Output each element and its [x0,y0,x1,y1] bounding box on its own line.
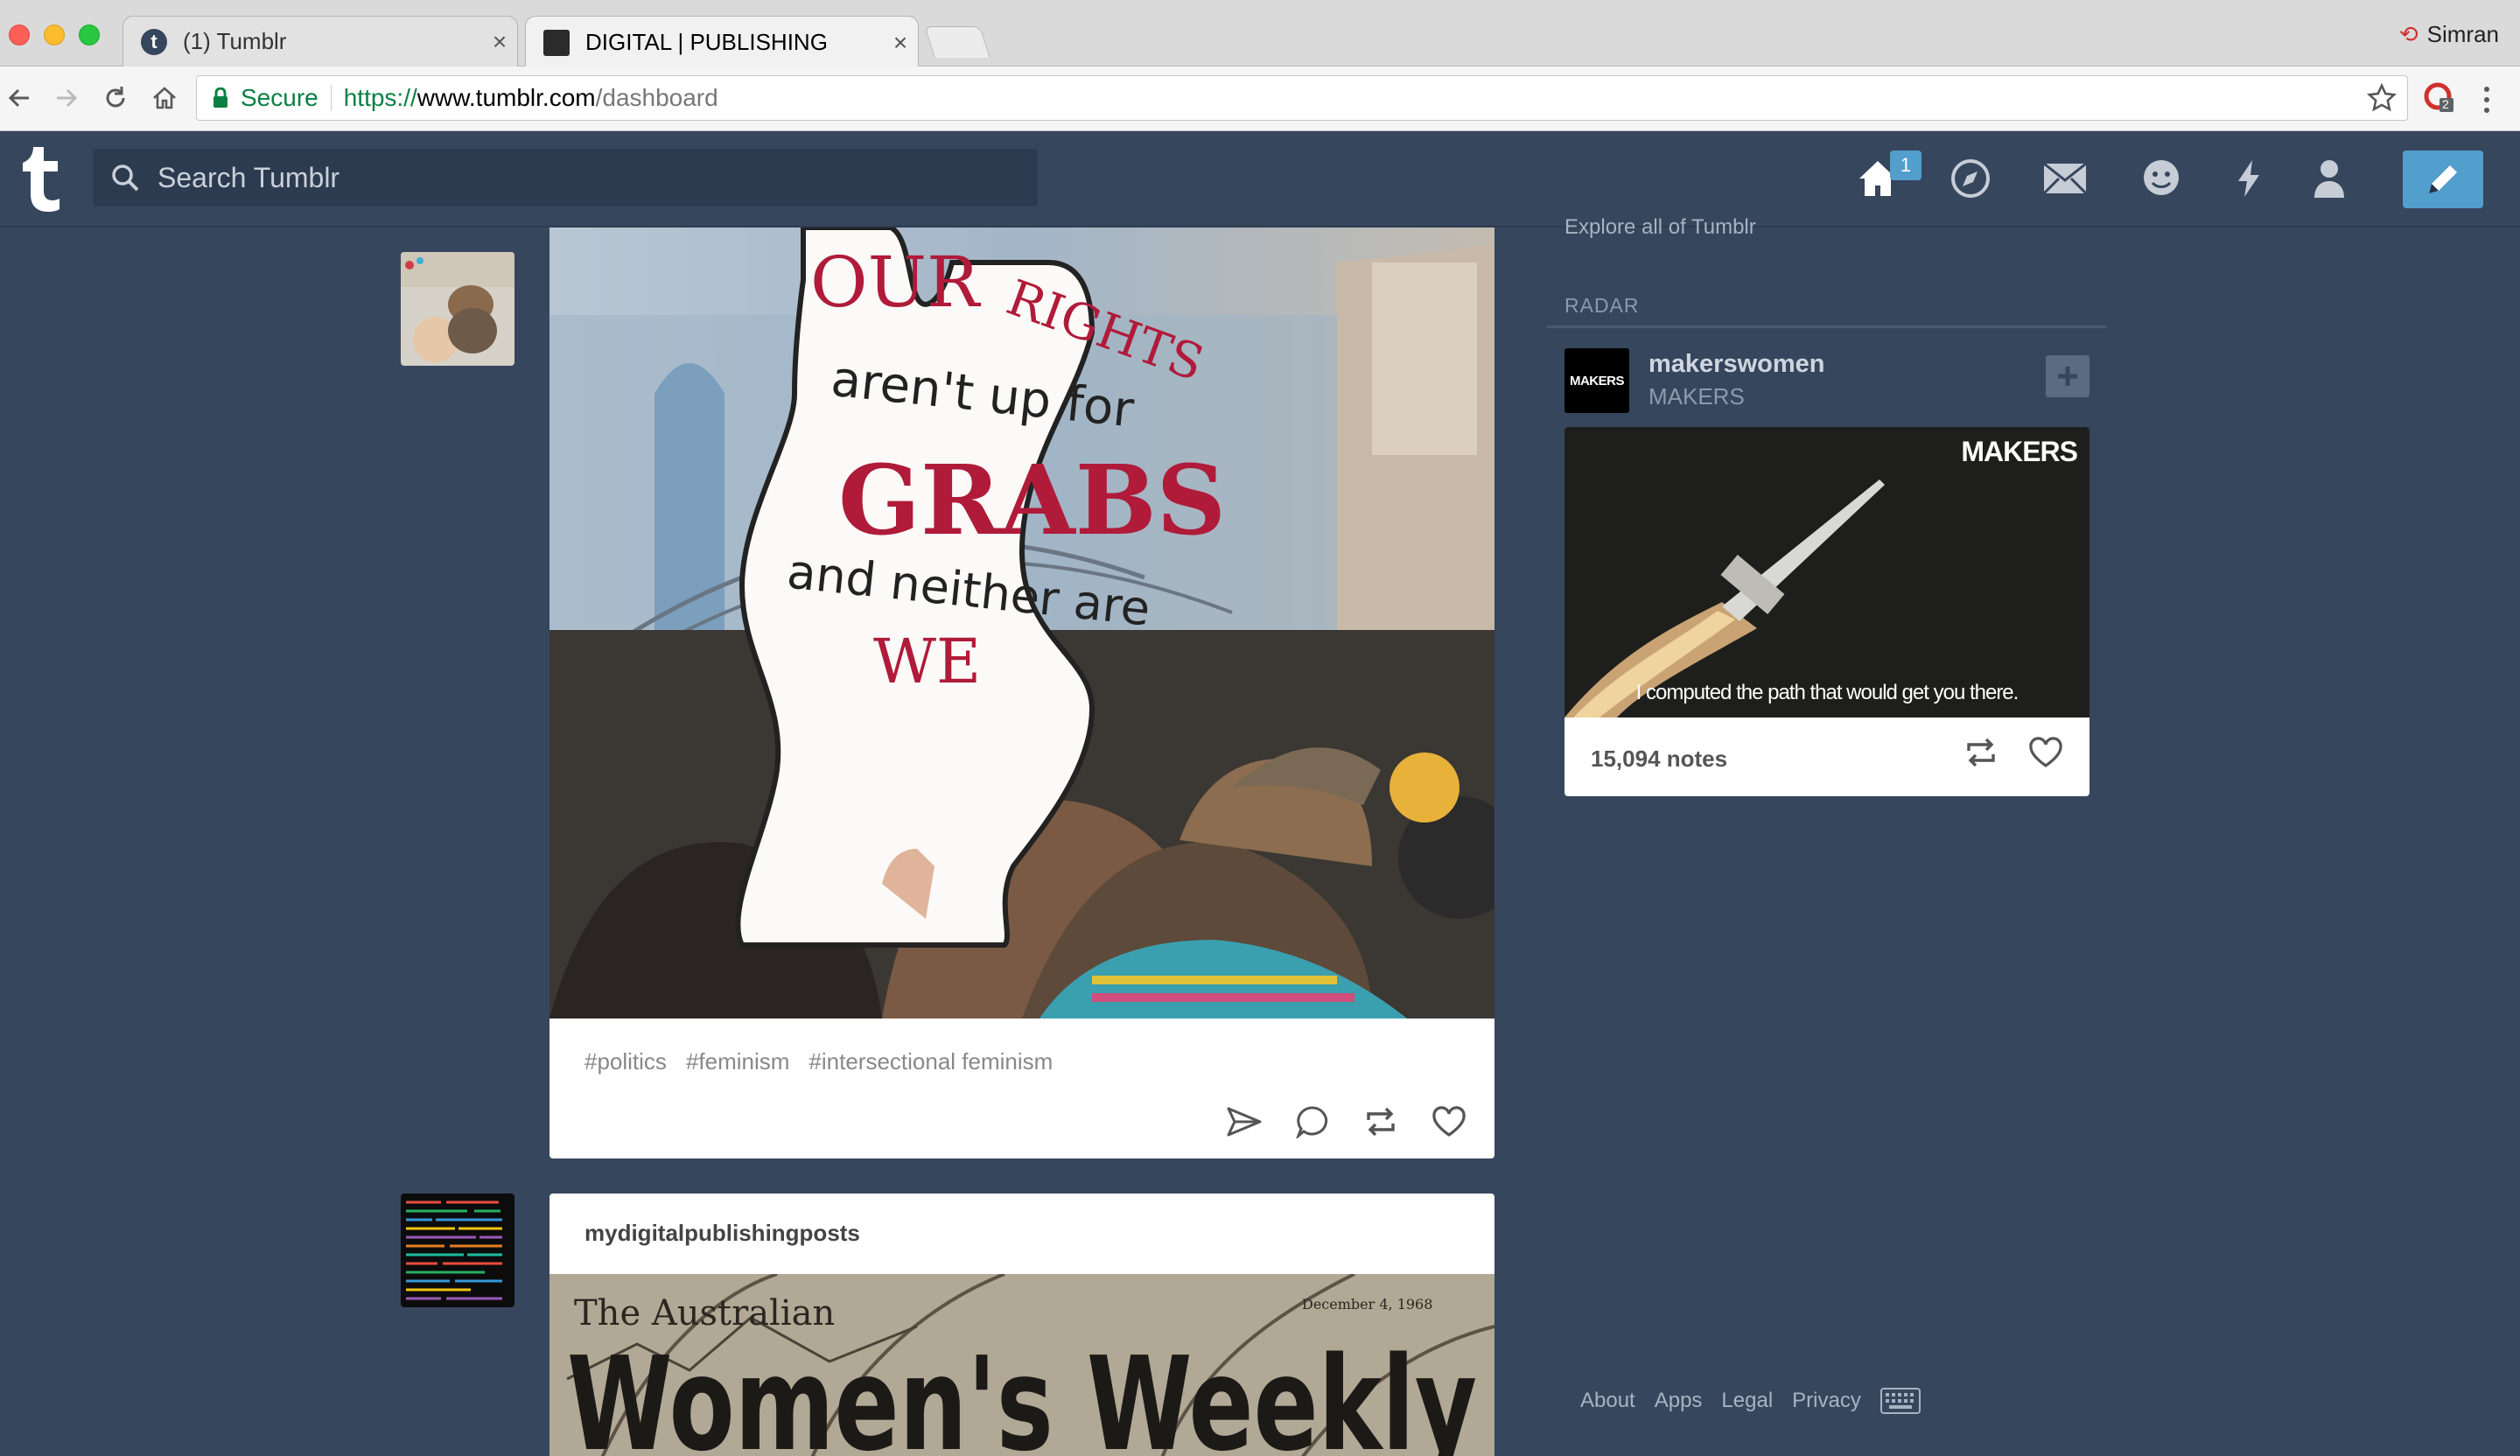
tumblr-favicon-icon: t [141,28,167,55]
url-path: /dashboard [595,84,718,111]
post-tags: #politics #feminism #intersectional femi… [584,1048,1053,1075]
radar-heading: RADAR [1564,294,1640,317]
activity-icon[interactable] [2224,154,2273,203]
follow-button[interactable] [2046,355,2090,397]
post-author-link[interactable]: mydigitalpublishingposts [584,1220,860,1247]
tab-strip: t (1) Tumblr × DIGITAL | PUBLISHING × ⟲ … [0,0,2520,68]
lock-icon [214,88,228,108]
photo-post: OUR RIGHTS aren't up for GRABS and neith… [550,228,1494,1158]
footer-link-apps[interactable]: Apps [1655,1389,1703,1413]
plus-icon [2058,367,2077,386]
tab-digital-publishing[interactable]: DIGITAL | PUBLISHING × [525,16,919,68]
search-input[interactable] [156,160,943,195]
tag-link[interactable]: #politics [584,1048,667,1075]
secure-label: Secure [241,84,318,111]
like-heart-icon[interactable] [2028,737,2063,768]
explore-link[interactable]: Explore all of Tumblr [1564,215,1756,240]
radar-blog-name[interactable]: makerswomen [1648,350,1825,379]
extension-icon[interactable]: 2 [2424,82,2455,114]
post-avatar[interactable] [401,252,514,366]
secure-indicator[interactable]: Secure [213,84,318,112]
maximize-window-button[interactable] [79,24,100,46]
post-avatar[interactable] [401,1194,514,1307]
tab-tumblr[interactable]: t (1) Tumblr × [122,16,518,66]
photo-post: mydigitalpublishingposts The Australian … [550,1194,1494,1456]
address-bar[interactable]: Secure https://www.tumblr.com/dashboard [196,75,2408,121]
media-caption: I computed the path that would get you t… [1635,681,2020,704]
tab-title: (1) Tumblr [183,28,287,54]
post-actions [1225,1102,1468,1141]
inbox-icon[interactable] [2040,154,2090,203]
browser-toolbar: Secure https://www.tumblr.com/dashboard … [0,66,2520,131]
close-tab-icon[interactable]: × [482,28,517,56]
masthead-title: Women's Weekly [567,1329,1477,1456]
home-icon[interactable] [147,80,182,116]
keyboard-shortcuts-icon[interactable] [1880,1388,1921,1414]
address-divider [330,85,332,111]
sync-error-icon: ⟲ [2398,21,2418,47]
tag-link[interactable]: #feminism [686,1048,789,1075]
tumblr-header: 1 [0,131,2520,228]
site-favicon-icon [543,29,570,56]
bookmark-star-icon[interactable] [2367,83,2397,113]
sign-text-we: WE [873,626,981,697]
account-icon[interactable] [2305,154,2354,203]
share-icon[interactable] [1225,1102,1264,1141]
notes-count[interactable]: 15,094 notes [1591,746,1727,773]
tumblr-logo-icon[interactable] [19,145,68,212]
url-host: www.tumblr.com [416,84,596,111]
search-icon [110,163,140,192]
masthead-date: December 4, 1968 [1302,1296,1432,1312]
sign-text-our: OUR [810,242,982,323]
back-icon[interactable] [2,80,37,116]
new-tab-button[interactable] [924,26,990,58]
reblog-icon[interactable] [1964,737,1998,768]
pencil-icon [2429,165,2457,193]
messaging-icon[interactable] [2137,154,2186,203]
close-window-button[interactable] [9,24,30,46]
reply-icon[interactable] [1293,1102,1332,1141]
url-scheme: https:// [343,84,417,111]
radar-post-card: MAKERS I computed the path that would ge… [1564,427,2090,796]
post-photo[interactable]: OUR RIGHTS aren't up for GRABS and neith… [550,228,1494,1018]
footer-links: About Apps Legal Privacy [1580,1388,1921,1414]
explore-icon[interactable] [1946,154,1995,203]
browser-menu-icon[interactable] [2476,82,2497,117]
browser-chrome: t (1) Tumblr × DIGITAL | PUBLISHING × ⟲ … [0,0,2520,131]
radar-blog-avatar[interactable]: MAKERS [1564,348,1629,413]
radar-post-actions [1964,737,2063,768]
search-bar[interactable] [93,149,1038,206]
forward-icon[interactable] [49,80,84,116]
sign-text-grabs: GRABS [838,444,1226,556]
radar-post-media[interactable]: MAKERS I computed the path that would ge… [1564,427,2090,718]
footer-link-legal[interactable]: Legal [1721,1389,1773,1413]
minimize-window-button[interactable] [44,24,65,46]
footer-link-privacy[interactable]: Privacy [1792,1389,1861,1413]
tab-title: DIGITAL | PUBLISHING [585,29,828,55]
extension-badge: 2 [2442,97,2449,111]
profile-button[interactable]: ⟲ Simran [2399,21,2499,48]
home-badge: 1 [1890,150,1922,180]
tag-link[interactable]: #intersectional feminism [808,1048,1053,1075]
reblog-icon[interactable] [1362,1102,1400,1141]
profile-name: Simran [2426,21,2499,47]
radar-blog-title: MAKERS [1648,383,1745,410]
close-tab-icon[interactable]: × [883,29,918,57]
media-brand-logo: MAKERS [1961,436,2078,467]
post-photo[interactable]: The Australian December 4, 1968 Women's … [550,1274,1494,1456]
radar-divider [1547,326,2107,328]
compose-button[interactable] [2403,150,2483,208]
reload-icon[interactable] [98,80,133,116]
like-heart-icon[interactable] [1430,1102,1468,1141]
masthead-small: The Australian [574,1293,835,1334]
footer-link-about[interactable]: About [1580,1389,1635,1413]
